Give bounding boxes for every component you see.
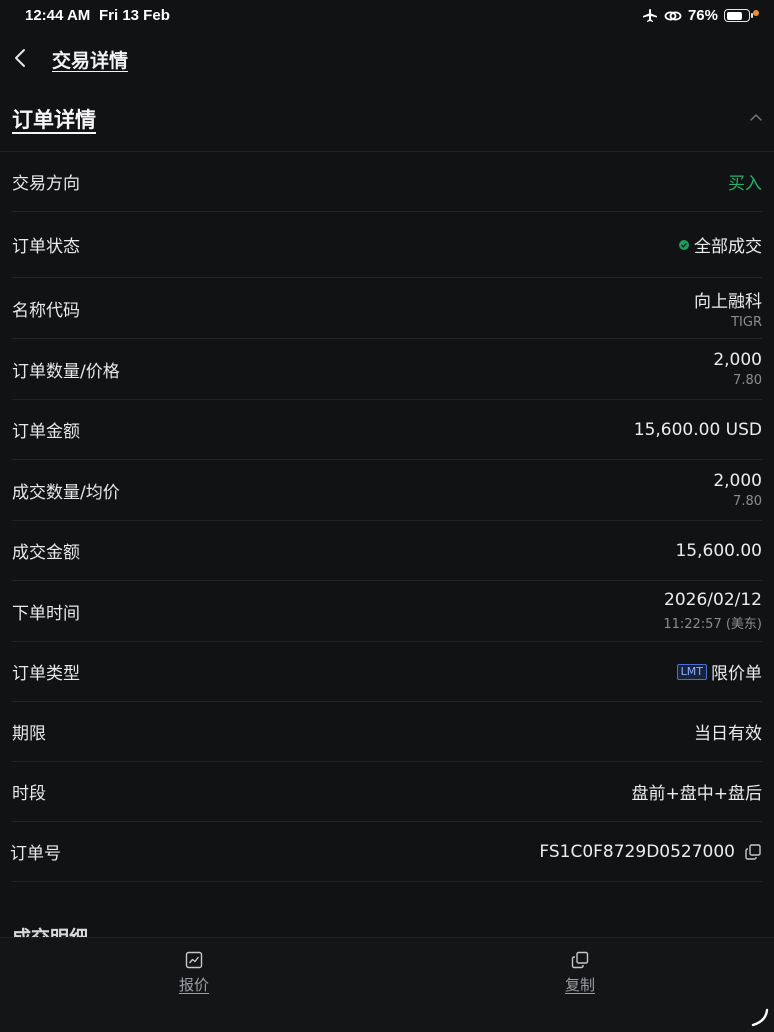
battery-icon (724, 9, 753, 22)
bottom-toolbar: 报价 复制 (0, 937, 774, 1032)
row-order-qty-price: 订单数量/价格 2,000 7.80 (12, 339, 762, 400)
status-indicators: 76% (642, 7, 753, 24)
order-details-list: 交易方向 买入 订单状态 全部成交 名称代码 向上融科 TIGR 订单数量/价格… (10, 152, 762, 882)
row-label: 订单类型 (12, 664, 80, 684)
row-label: 订单状态 (12, 237, 80, 257)
page-title: 交易详情 (52, 50, 129, 72)
airplane-mode-icon (642, 8, 657, 22)
order-type-value: 限价单 (711, 664, 762, 684)
row-status: 订单状态 全部成交 (12, 212, 762, 278)
quote-label: 报价 (178, 976, 209, 994)
quote-button[interactable]: 报价 (168, 950, 220, 995)
copy-icon (571, 951, 589, 969)
row-label: 成交数量/均价 (12, 482, 120, 503)
average-price: 7.80 (733, 494, 762, 509)
order-date: 2026/02/12 (664, 590, 762, 610)
nav-bar: 交易详情 (0, 32, 774, 84)
filled-amount: 15,600.00 (675, 540, 762, 561)
order-quantity: 2,000 (713, 350, 762, 370)
row-label: 订单金额 (12, 422, 80, 442)
stock-name: 向上融科 (694, 291, 762, 312)
row-label: 成交金额 (12, 543, 80, 563)
chevron-left-icon (15, 49, 25, 67)
stock-ticker: TIGR (731, 314, 762, 330)
status-value: 全部成交 (694, 237, 762, 257)
session-value: 盘前+盘中+盘后 (631, 784, 763, 804)
order-details-header[interactable]: 订单详情 (0, 96, 774, 152)
row-fill-amount: 成交金额 15,600.00 (12, 521, 762, 581)
privacy-indicator-dot (753, 10, 759, 16)
row-session: 时段 盘前+盘中+盘后 (12, 762, 762, 822)
back-button[interactable] (10, 44, 30, 72)
chevron-up-icon[interactable] (748, 110, 764, 126)
row-order-time: 下单时间 2026/02/12 11:22:57 (美东) (12, 581, 762, 642)
check-circle-icon (679, 239, 689, 250)
row-validity: 期限 当日有效 (12, 702, 762, 762)
battery-level (726, 11, 743, 20)
copy-label: 复制 (564, 976, 595, 994)
validity-value: 当日有效 (694, 724, 762, 744)
lmt-badge: LMT (676, 663, 707, 680)
order-price: 7.80 (733, 373, 762, 388)
row-order-id: 订单号 FS1C0F8729D0527000 (10, 822, 762, 882)
row-direction: 交易方向 买入 (12, 152, 762, 212)
row-label: 时段 (12, 784, 46, 804)
order-time: 11:22:57 (美东) (663, 617, 762, 632)
order-id-value: FS1C0F8729D0527000 (539, 841, 735, 862)
row-order-type: 订单类型 LMT 限价单 (12, 642, 762, 702)
resize-handle-icon[interactable] (748, 1006, 770, 1028)
row-label: 名称代码 (12, 300, 80, 321)
row-fill-qty-avg: 成交数量/均价 2,000 7.80 (12, 460, 762, 521)
status-date: Fri 13 Feb (99, 7, 170, 24)
row-label: 交易方向 (12, 174, 80, 194)
row-label: 下单时间 (12, 603, 80, 624)
copy-icon[interactable] (744, 843, 762, 861)
filled-quantity: 2,000 (713, 471, 762, 491)
row-order-amount: 订单金额 15,600.00 USD (12, 400, 762, 460)
section-title: 订单详情 (12, 108, 96, 132)
row-name-code: 名称代码 向上融科 TIGR (12, 278, 762, 339)
status-time: 12:44 AM (25, 7, 91, 24)
link-icon (664, 11, 682, 20)
order-amount: 15,600.00 USD (633, 419, 762, 440)
row-label: 订单数量/价格 (12, 361, 120, 382)
row-label: 期限 (12, 724, 46, 744)
copy-button[interactable]: 复制 (554, 950, 606, 995)
battery-percent: 76% (687, 7, 718, 24)
direction-value: 买入 (728, 174, 762, 194)
chart-icon (185, 951, 203, 969)
row-label: 订单号 (10, 844, 61, 864)
status-bar: 12:44 AM Fri 13 Feb 76% (0, 0, 774, 32)
